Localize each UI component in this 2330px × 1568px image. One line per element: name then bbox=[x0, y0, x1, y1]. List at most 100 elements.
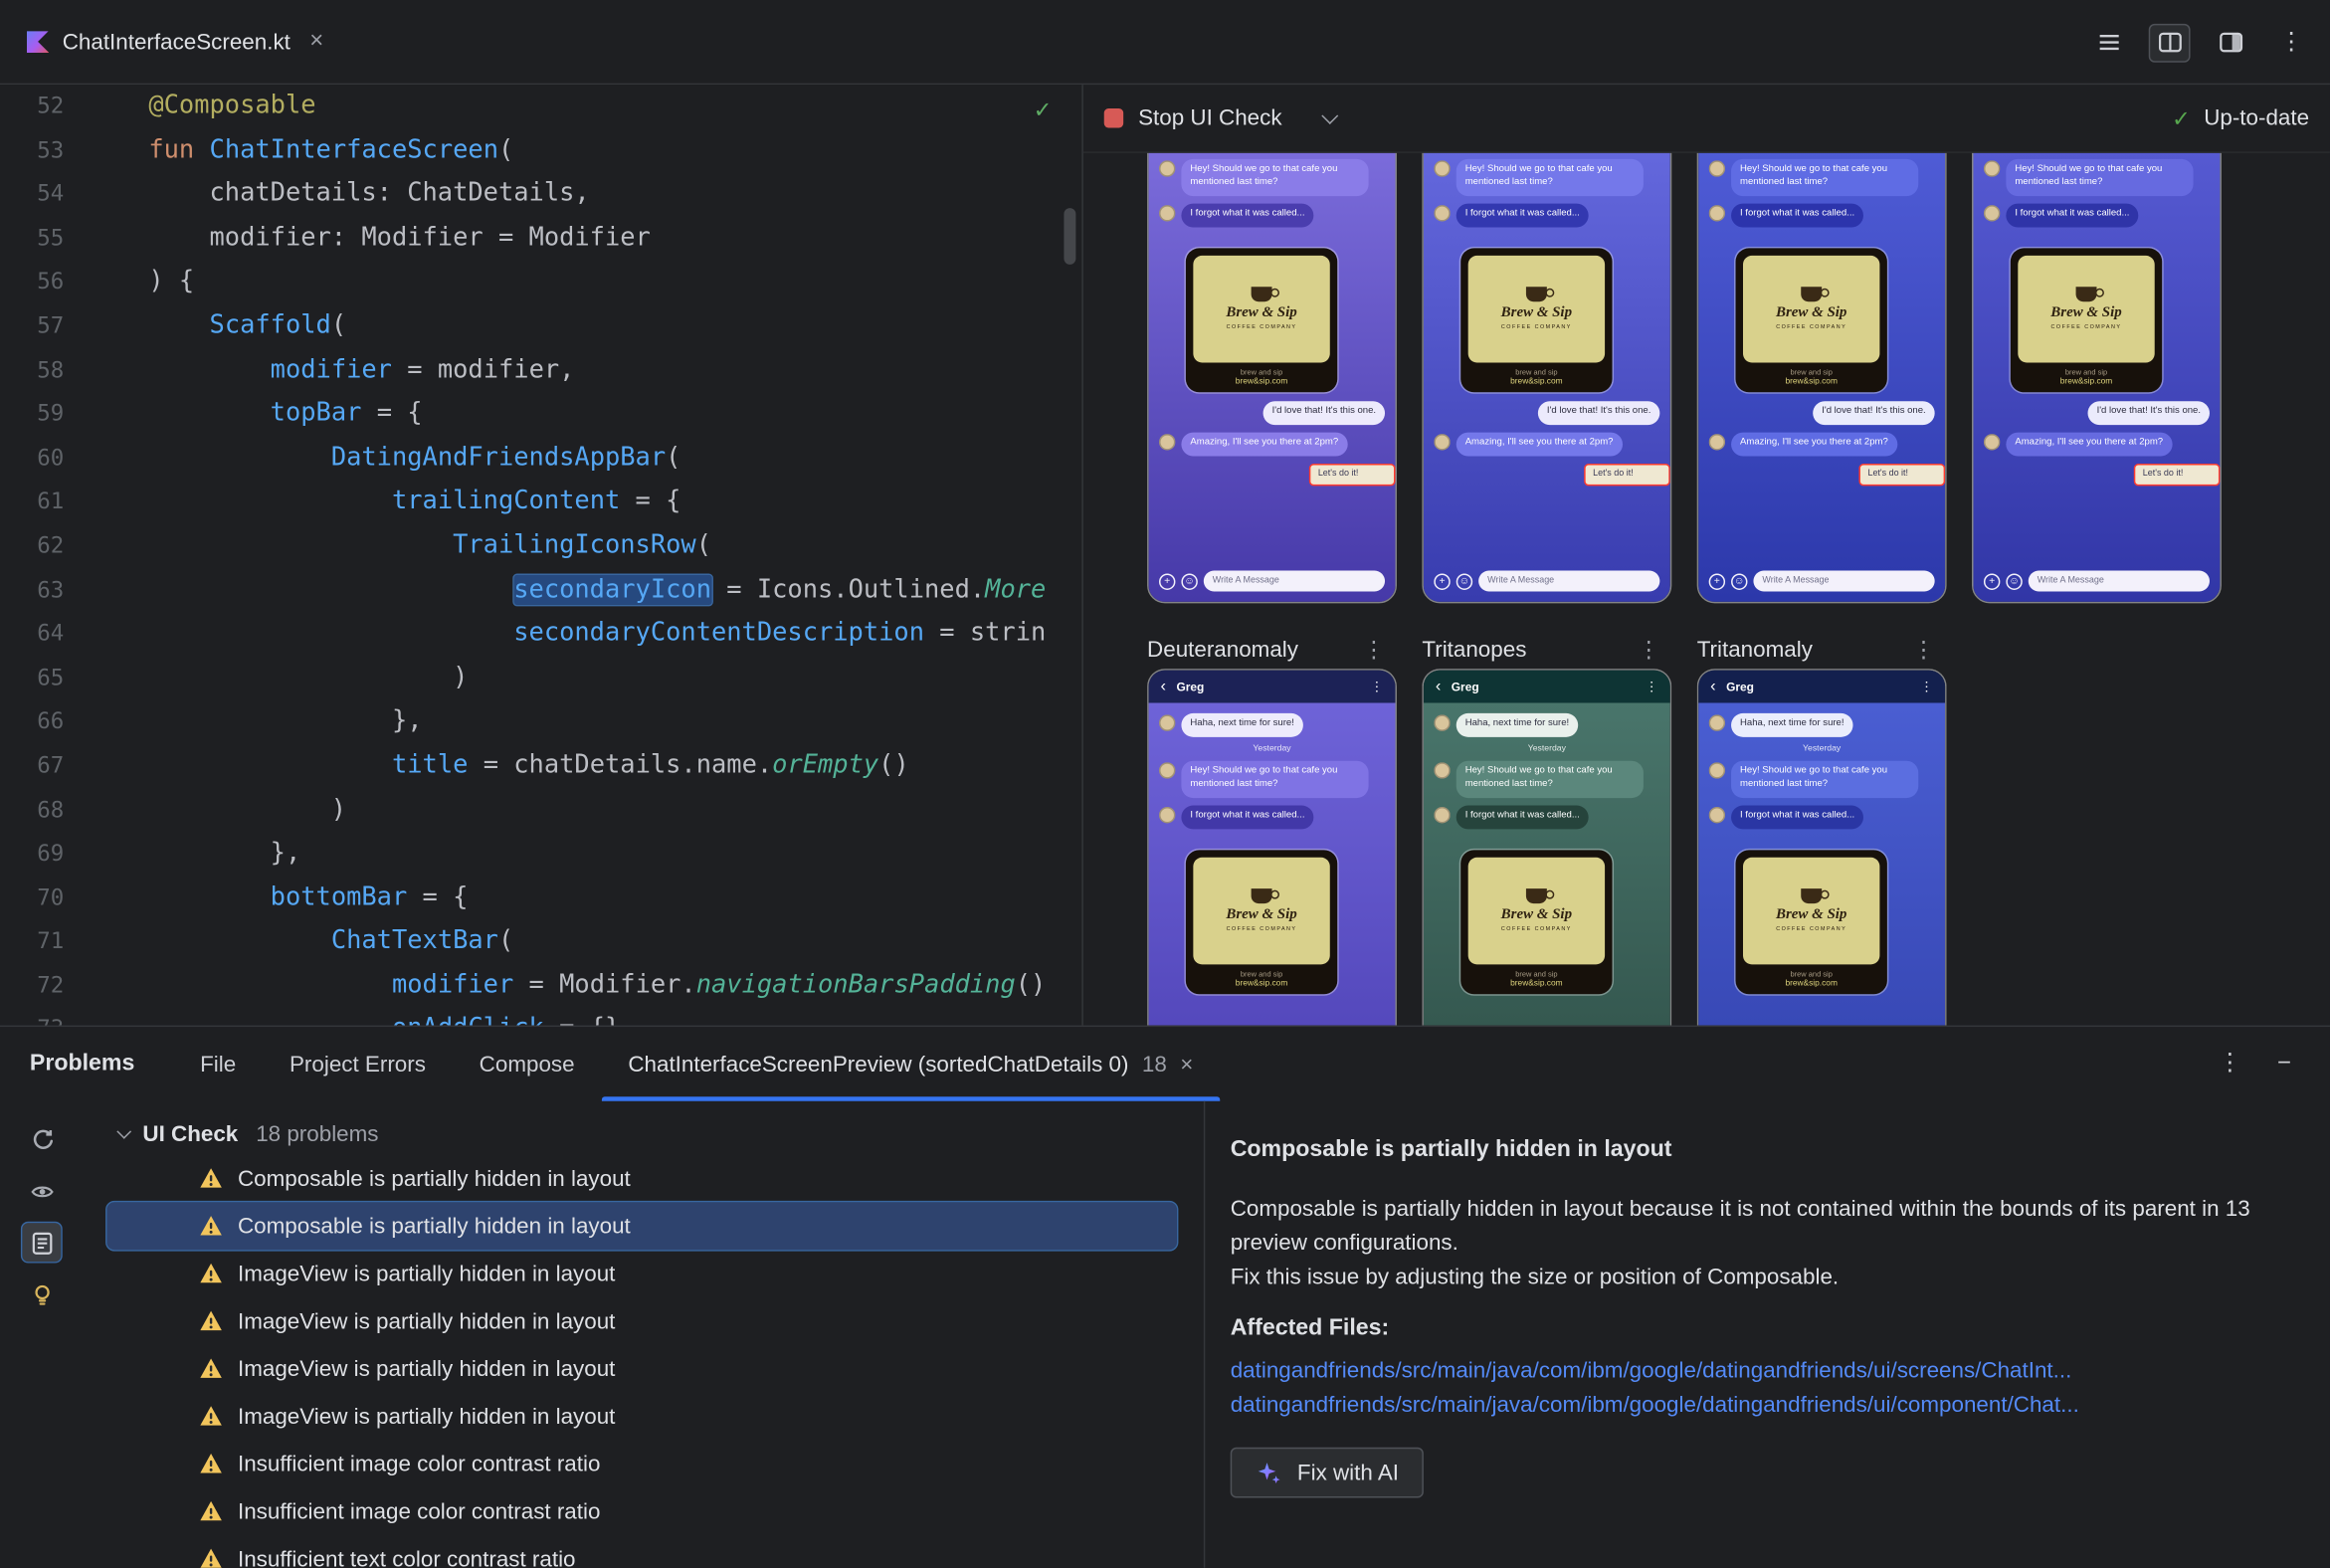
add-icon[interactable] bbox=[1983, 572, 2001, 590]
problem-text: ImageView is partially hidden in layout bbox=[237, 1308, 616, 1334]
list-icon[interactable] bbox=[2088, 23, 2130, 62]
code-text: modifier = Modifier.navigationBarsPaddin… bbox=[391, 970, 1047, 1001]
line-number: 55 bbox=[37, 224, 65, 252]
tab-preview-problems[interactable]: ChatInterfaceScreenPreview (sortedChatDe… bbox=[601, 1027, 1221, 1101]
code-area: 52 @Composable 53 fun ChatInterfaceScreen(5… bbox=[0, 85, 1081, 1025]
clipped-composable-highlight: Let's do it! bbox=[1308, 463, 1396, 487]
back-icon[interactable] bbox=[1161, 679, 1166, 694]
emoji-icon[interactable] bbox=[1731, 572, 1748, 590]
tab-label: File bbox=[200, 1051, 237, 1078]
problem-item[interactable]: Composable is partially hidden in layout bbox=[107, 1155, 1177, 1203]
coffee-card-image: Brew & Sip COFFEE COMPANY bbox=[2018, 255, 2155, 363]
code-line: 68 ) bbox=[0, 788, 1081, 832]
problem-item[interactable]: Composable is partially hidden in layout bbox=[105, 1200, 1179, 1252]
avatar bbox=[1708, 762, 1726, 779]
back-icon[interactable] bbox=[1436, 679, 1441, 694]
lightbulb-icon[interactable] bbox=[22, 1275, 61, 1314]
tab-close-icon[interactable] bbox=[1180, 1052, 1193, 1077]
chevron-down-icon[interactable] bbox=[1320, 107, 1338, 124]
preview-phone[interactable]: Hey! Should we go to that cafe you menti… bbox=[1147, 152, 1397, 604]
warning-icon bbox=[199, 1404, 223, 1428]
chat-message: I forgot what it was called... bbox=[1708, 805, 1935, 830]
warning-icon bbox=[199, 1357, 223, 1381]
message-input[interactable]: Write A Message bbox=[1203, 570, 1386, 592]
avatar bbox=[1434, 762, 1451, 779]
emoji-icon[interactable] bbox=[2006, 572, 2023, 590]
preview-phone[interactable]: Greg Haha, next time for sure! Yesterday He… bbox=[1147, 669, 1397, 1026]
problems-window-title[interactable]: Problems bbox=[30, 1051, 135, 1078]
refresh-icon[interactable] bbox=[22, 1119, 61, 1158]
back-icon[interactable] bbox=[1710, 679, 1715, 694]
chat-message: Hey! Should we go to that cafe you menti… bbox=[1434, 760, 1659, 798]
message-bubble: Amazing, I'll see you there at 2pm? bbox=[2006, 432, 2173, 457]
inspection-ok-icon[interactable] bbox=[1034, 97, 1053, 123]
problem-item[interactable]: ImageView is partially hidden in layout bbox=[107, 1297, 1177, 1345]
code-editor[interactable]: 52 @Composable 53 fun ChatInterfaceScreen(5… bbox=[0, 85, 1082, 1026]
more-options-icon[interactable] bbox=[2270, 23, 2312, 62]
code-text: ) bbox=[148, 662, 469, 692]
problem-item[interactable]: ImageView is partially hidden in layout bbox=[107, 1345, 1177, 1393]
preview-phone[interactable]: Hey! Should we go to that cafe you menti… bbox=[1696, 152, 1947, 604]
line-number: 66 bbox=[37, 707, 65, 735]
kebab-menu-icon[interactable] bbox=[1912, 636, 1946, 663]
problems-list-icon[interactable] bbox=[20, 1221, 63, 1264]
problem-title: Composable is partially hidden in layout bbox=[1230, 1136, 1672, 1162]
add-icon[interactable] bbox=[1434, 572, 1451, 590]
coffee-card-caption: brew and sip brew&sip.com bbox=[2018, 362, 2154, 386]
split-editor-icon[interactable] bbox=[2148, 23, 2191, 62]
problems-panel: Problems File Project Errors Compose Cha… bbox=[0, 1025, 2330, 1568]
tab-close-icon[interactable] bbox=[309, 30, 323, 54]
preview-phone[interactable]: Greg Haha, next time for sure! Yesterday He… bbox=[1422, 669, 1672, 1026]
preview-phone[interactable]: Greg Haha, next time for sure! Yesterday He… bbox=[1696, 669, 1947, 1026]
message-input-bar: Write A Message bbox=[1434, 570, 1660, 592]
coffee-card-image: Brew & Sip COFFEE COMPANY bbox=[1193, 857, 1330, 965]
emoji-icon[interactable] bbox=[1456, 572, 1473, 590]
problem-item[interactable]: ImageView is partially hidden in layout bbox=[107, 1250, 1177, 1297]
avatar bbox=[1708, 433, 1726, 451]
code-text: title = chatDetails.name.orEmpty() bbox=[391, 750, 909, 780]
add-icon[interactable] bbox=[1159, 572, 1176, 590]
tree-group-ui-check[interactable]: UI Check 18 problems bbox=[84, 1113, 1204, 1155]
affected-file-link[interactable]: datingandfriends/src/main/java/com/ibm/g… bbox=[1231, 1388, 2079, 1422]
avatar bbox=[1159, 806, 1176, 824]
problem-item[interactable]: Insufficient image color contrast ratio bbox=[107, 1487, 1177, 1535]
preview-phone[interactable]: Hey! Should we go to that cafe you menti… bbox=[1972, 152, 2222, 604]
more-icon[interactable] bbox=[1645, 679, 1657, 694]
kebab-menu-icon[interactable] bbox=[1363, 636, 1397, 663]
affected-file-link[interactable]: datingandfriends/src/main/java/com/ibm/g… bbox=[1231, 1354, 2072, 1388]
message-input[interactable]: Write A Message bbox=[1478, 570, 1660, 592]
tab-compose[interactable]: Compose bbox=[453, 1027, 602, 1101]
coffee-cup-icon bbox=[1801, 287, 1830, 302]
code-line: 67 title = chatDetails.name.orEmpty() bbox=[0, 744, 1081, 788]
preview-mode-icon[interactable] bbox=[2210, 23, 2251, 62]
add-icon[interactable] bbox=[1708, 572, 1726, 590]
tab-project-errors[interactable]: Project Errors bbox=[263, 1027, 453, 1101]
preview-grid: Hey! Should we go to that cafe you menti… bbox=[1083, 152, 2330, 1026]
line-number: 71 bbox=[37, 927, 65, 955]
problem-item[interactable]: Insufficient text color contrast ratio bbox=[107, 1535, 1177, 1568]
panel-options-icon[interactable] bbox=[2218, 1052, 2241, 1076]
code-text: modifier = modifier, bbox=[270, 354, 575, 385]
problem-item[interactable]: Insufficient image color contrast ratio bbox=[107, 1440, 1177, 1487]
code-text: }, bbox=[148, 705, 423, 736]
editor-tab[interactable]: ChatInterfaceScreen.kt bbox=[0, 0, 344, 84]
editor-tab-title: ChatInterfaceScreen.kt bbox=[62, 29, 291, 55]
message-input[interactable]: Write A Message bbox=[2028, 570, 2210, 592]
preview-phone[interactable]: Hey! Should we go to that cafe you menti… bbox=[1422, 152, 1672, 604]
avatar bbox=[1983, 205, 2001, 222]
more-icon[interactable] bbox=[1370, 679, 1383, 694]
coffee-caption-text: brew and sip bbox=[1790, 970, 1833, 980]
editor-scrollbar[interactable] bbox=[1064, 208, 1076, 265]
message-input[interactable]: Write A Message bbox=[1753, 570, 1935, 592]
problem-item[interactable]: ImageView is partially hidden in layout bbox=[107, 1393, 1177, 1441]
line-number: 67 bbox=[37, 751, 65, 779]
tab-file[interactable]: File bbox=[173, 1027, 263, 1101]
warning-icon bbox=[199, 1452, 223, 1475]
more-icon[interactable] bbox=[1920, 679, 1933, 694]
fix-with-ai-button[interactable]: Fix with AI bbox=[1230, 1447, 1425, 1498]
emoji-icon[interactable] bbox=[1181, 572, 1198, 590]
kebab-menu-icon[interactable] bbox=[1638, 636, 1671, 663]
preview-problem-icon[interactable] bbox=[22, 1171, 61, 1210]
minimize-icon[interactable] bbox=[2277, 1051, 2291, 1078]
stop-ui-check-button[interactable]: Stop UI Check bbox=[1138, 105, 1281, 130]
